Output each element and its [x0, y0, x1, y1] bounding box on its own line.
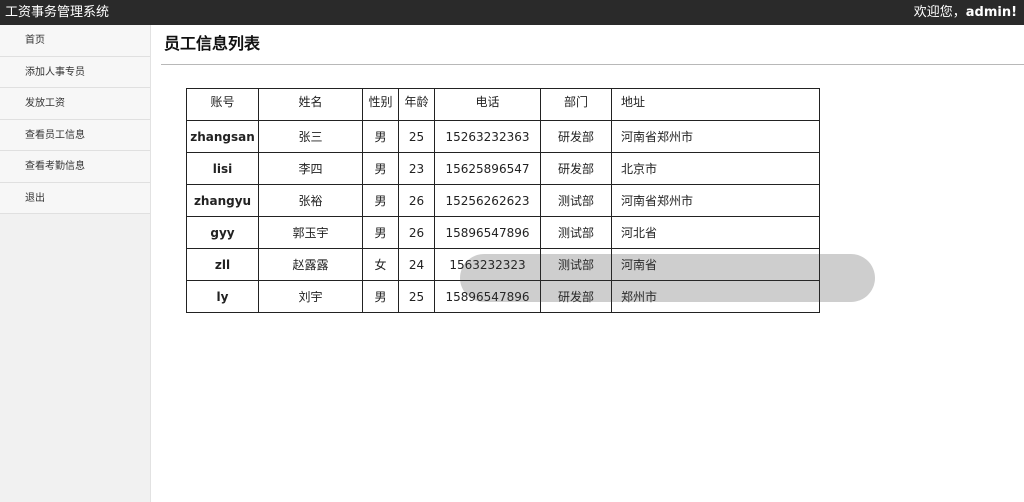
sidebar-item-home[interactable]: 首页: [0, 25, 150, 57]
cell-age: 24: [398, 248, 435, 281]
cell-name: 张三: [258, 120, 363, 153]
cell-department: 研发部: [540, 152, 612, 185]
cell-address: 北京市: [611, 152, 820, 185]
cell-gender: 男: [362, 120, 399, 153]
welcome-message: 欢迎您，admin!: [914, 3, 1017, 22]
cell-age: 26: [398, 184, 435, 217]
cell-name: 赵露露: [258, 248, 363, 281]
cell-phone: 15263232363: [434, 120, 541, 153]
column-header: 地址: [611, 88, 820, 121]
cell-account: zhangsan: [186, 120, 259, 153]
cell-account: zll: [186, 248, 259, 281]
cell-phone: 15896547896: [434, 216, 541, 249]
cell-name: 张裕: [258, 184, 363, 217]
cell-phone: 15625896547: [434, 152, 541, 185]
cell-address: 河南省郑州市: [611, 120, 820, 153]
cell-gender: 男: [362, 216, 399, 249]
cell-age: 25: [398, 280, 435, 313]
toast-overlay: [460, 254, 875, 302]
main-content: 员工信息列表 账号 姓名 性别 年龄 电话 部门 地址 zhangsan 张三 …: [151, 25, 1024, 502]
sidebar-item-pay-salary[interactable]: 发放工资: [0, 88, 150, 120]
cell-gender: 男: [362, 152, 399, 185]
cell-name: 刘宇: [258, 280, 363, 313]
cell-address: 河北省: [611, 216, 820, 249]
sidebar: 首页 添加人事专员 发放工资 查看员工信息 查看考勤信息 退出: [0, 25, 151, 502]
table-row: lisi 李四 男 23 15625896547 研发部 北京市: [186, 152, 820, 185]
column-header: 电话: [434, 88, 541, 121]
table-row: gyy 郭玉宇 男 26 15896547896 测试部 河北省: [186, 216, 820, 249]
sidebar-item-view-employees[interactable]: 查看员工信息: [0, 119, 150, 151]
cell-address: 河南省郑州市: [611, 184, 820, 217]
app-title: 工资事务管理系统: [5, 5, 110, 20]
cell-age: 23: [398, 152, 435, 185]
column-header: 部门: [540, 88, 612, 121]
table-row: zhangsan 张三 男 25 15263232363 研发部 河南省郑州市: [186, 120, 820, 153]
cell-age: 25: [398, 120, 435, 153]
title-divider: [161, 64, 1024, 65]
username: admin!: [965, 5, 1017, 20]
cell-name: 李四: [258, 152, 363, 185]
cell-department: 测试部: [540, 184, 612, 217]
page-title: 员工信息列表: [164, 34, 261, 53]
sidebar-item-logout[interactable]: 退出: [0, 182, 150, 214]
cell-account: gyy: [186, 216, 259, 249]
cell-gender: 男: [362, 184, 399, 217]
table-header-row: 账号 姓名 性别 年龄 电话 部门 地址: [186, 88, 820, 121]
cell-department: 研发部: [540, 120, 612, 153]
cell-account: zhangyu: [186, 184, 259, 217]
cell-age: 26: [398, 216, 435, 249]
cell-name: 郭玉宇: [258, 216, 363, 249]
table-row: zhangyu 张裕 男 26 15256262623 测试部 河南省郑州市: [186, 184, 820, 217]
cell-gender: 女: [362, 248, 399, 281]
column-header: 姓名: [258, 88, 363, 121]
column-header: 性别: [362, 88, 399, 121]
cell-account: ly: [186, 280, 259, 313]
cell-gender: 男: [362, 280, 399, 313]
cell-department: 测试部: [540, 216, 612, 249]
cell-phone: 15256262623: [434, 184, 541, 217]
cell-account: lisi: [186, 152, 259, 185]
sidebar-item-add-hr-specialist[interactable]: 添加人事专员: [0, 56, 150, 88]
top-bar: 工资事务管理系统 欢迎您，admin!: [0, 0, 1024, 25]
welcome-prefix: 欢迎您，: [913, 5, 966, 20]
sidebar-item-view-attendance[interactable]: 查看考勤信息: [0, 151, 150, 183]
column-header: 年龄: [398, 88, 435, 121]
column-header: 账号: [186, 88, 259, 121]
